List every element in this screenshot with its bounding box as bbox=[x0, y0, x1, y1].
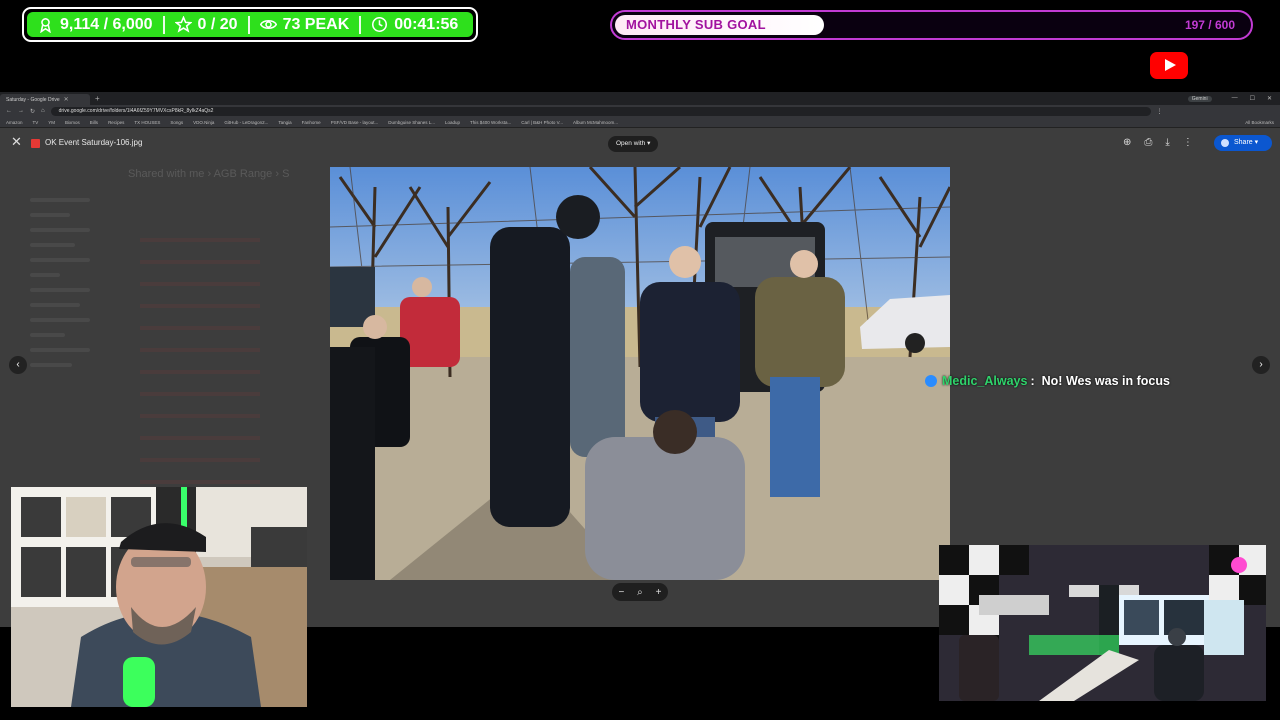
event-photo bbox=[330, 167, 950, 580]
divider bbox=[162, 15, 165, 34]
extensions-icon[interactable]: ⋮ bbox=[1157, 108, 1163, 115]
zoom-in-icon[interactable]: + bbox=[656, 587, 662, 598]
tab-title: Saturday - Google Drive bbox=[6, 96, 60, 103]
bookmark-item[interactable]: PSF/VD Base - layout... bbox=[331, 120, 379, 125]
bookmark-item[interactable]: Songs bbox=[170, 120, 183, 125]
download-icon[interactable]: ⤓ bbox=[1165, 137, 1169, 148]
zoom-icon[interactable]: ⌕ bbox=[637, 587, 643, 598]
maximize-icon[interactable]: ☐ bbox=[1250, 95, 1255, 102]
uptime-value: 00:41:56 bbox=[394, 15, 459, 33]
tab-google-drive[interactable]: Saturday - Google Drive ✕ bbox=[0, 94, 90, 105]
file-name: OK Event Saturday-106.jpg bbox=[45, 138, 143, 147]
open-with-label: Open with bbox=[616, 140, 646, 147]
url-input[interactable]: drive.google.com/drive/folders/1l4A6fZ59… bbox=[50, 106, 1151, 116]
uptime-stat: 00:41:56 bbox=[361, 12, 468, 37]
bookmark-item[interactable]: TV bbox=[33, 120, 39, 125]
bookmark-item[interactable]: Amazon bbox=[6, 120, 23, 125]
bookmark-item[interactable]: Bills bbox=[90, 120, 98, 125]
clock-icon bbox=[372, 16, 388, 33]
bookmark-item[interactable]: Album McMahmoom... bbox=[573, 120, 618, 125]
bookmark-item[interactable]: TX HOUSES bbox=[134, 120, 160, 125]
dimmed-sidebar bbox=[30, 198, 90, 378]
youtube-logo-icon bbox=[1150, 52, 1188, 79]
bookmark-item[interactable]: Loadup bbox=[445, 120, 460, 125]
all-bookmarks-link[interactable]: All Bookmarks bbox=[1245, 120, 1280, 125]
sub-goal-count: 197 / 600 bbox=[1184, 18, 1235, 32]
bookmark-item[interactable]: Carl | B&H Photo V... bbox=[521, 120, 563, 125]
bookmark-item[interactable]: Dumbguise Shanes L... bbox=[388, 120, 435, 125]
chevron-down-icon: ▾ bbox=[647, 140, 651, 147]
close-viewer-icon[interactable]: ✕ bbox=[11, 134, 22, 150]
share-label: Share bbox=[1234, 139, 1253, 146]
back-icon[interactable]: ← bbox=[6, 108, 12, 114]
chat-username: Medic_Always bbox=[942, 374, 1028, 388]
chat-separator: : bbox=[1030, 374, 1035, 388]
bookmark-item[interactable]: GitHub - LeDragon2... bbox=[224, 120, 268, 125]
sub-goal-label: MONTHLY SUB GOAL bbox=[626, 17, 766, 32]
add-shortcut-icon[interactable]: ⊕ bbox=[1123, 137, 1131, 148]
bookmark-item[interactable]: Tangia bbox=[278, 120, 291, 125]
divider bbox=[359, 15, 362, 34]
chevron-down-icon: ▾ bbox=[1254, 139, 1259, 146]
bookmark-item[interactable]: YM bbox=[48, 120, 55, 125]
chat-text: No! Wes was in focus bbox=[1041, 374, 1170, 388]
more-options-icon[interactable]: ⋮ bbox=[1183, 137, 1193, 148]
print-icon[interactable]: ⎙ bbox=[1144, 137, 1152, 148]
bookmark-item[interactable]: This $400 Worksta... bbox=[470, 120, 511, 125]
bookmark-item[interactable]: Fanhome bbox=[302, 120, 321, 125]
new-tab-icon[interactable]: + bbox=[95, 94, 100, 103]
chat-message: Medic_Always : No! Wes was in focus bbox=[925, 374, 1170, 388]
sub-goal-bar: MONTHLY SUB GOAL 197 / 600 bbox=[610, 10, 1253, 40]
share-button[interactable]: Share ▾ bbox=[1214, 135, 1272, 151]
followers-stat: 9,114 / 6,000 bbox=[27, 12, 163, 37]
window-close-icon[interactable]: ✕ bbox=[1267, 95, 1272, 102]
star-icon bbox=[174, 16, 192, 33]
home-icon[interactable]: ⌂ bbox=[41, 108, 45, 114]
peak-viewers-stat: 73 PEAK bbox=[250, 12, 360, 37]
previous-image-arrow-icon[interactable]: ‹ bbox=[9, 356, 27, 374]
bookmark-item[interactable]: VDO.Ninja bbox=[193, 120, 214, 125]
dimmed-file-list bbox=[140, 238, 260, 502]
bookmark-item[interactable]: Bixmos bbox=[65, 120, 80, 125]
room-webcam bbox=[939, 545, 1266, 701]
address-bar-row: ← → ↻ ⌂ drive.google.com/drive/folders/1… bbox=[0, 105, 1280, 117]
subs-value: 0 / 20 bbox=[197, 15, 238, 33]
eye-icon bbox=[259, 20, 277, 29]
minimize-icon[interactable]: — bbox=[1232, 95, 1238, 102]
open-with-button[interactable]: Open with ▾ bbox=[608, 136, 659, 152]
gemini-button[interactable]: Gemini bbox=[1187, 95, 1212, 102]
next-image-arrow-icon[interactable]: › bbox=[1252, 356, 1270, 374]
subs-stat: 0 / 20 bbox=[165, 12, 248, 37]
reload-icon[interactable]: ↻ bbox=[30, 108, 35, 115]
stream-stats-widget: 9,114 / 6,000 0 / 20 73 PEAK 00:41:56 bbox=[22, 7, 478, 42]
bookmark-item[interactable]: Recipes bbox=[108, 120, 124, 125]
zoom-out-icon[interactable]: − bbox=[618, 587, 624, 598]
tab-bar: Saturday - Google Drive ✕ + Gemini — ☐ ✕ bbox=[0, 92, 1280, 105]
moderator-badge-icon bbox=[925, 375, 937, 387]
dimmed-breadcrumb: Shared with me › AGB Range › S bbox=[128, 168, 290, 180]
streamer-webcam bbox=[11, 487, 307, 707]
peak-viewers-value: 73 PEAK bbox=[282, 15, 350, 33]
followers-value: 9,114 / 6,000 bbox=[60, 15, 153, 33]
tab-close-icon[interactable]: ✕ bbox=[64, 96, 69, 103]
forward-icon[interactable]: → bbox=[18, 108, 24, 114]
image-file-icon bbox=[31, 139, 40, 148]
follower-icon bbox=[40, 18, 51, 33]
bookmarks-bar: Amazon TV YM Bixmos Bills Recipes TX HOU… bbox=[0, 117, 1280, 128]
divider bbox=[247, 15, 250, 34]
zoom-control: − ⌕ + bbox=[612, 583, 668, 601]
